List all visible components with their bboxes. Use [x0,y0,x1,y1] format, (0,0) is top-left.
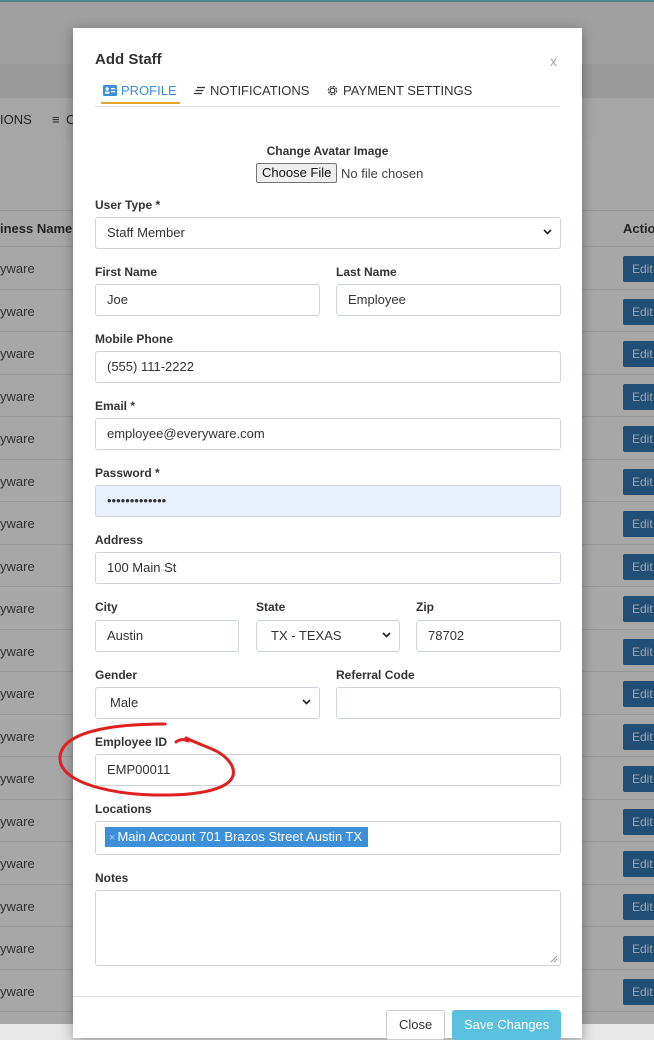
file-status: No file chosen [341,166,424,181]
state-value: TX - TEXAS [271,628,342,643]
gender-label: Gender [95,668,138,682]
employee-id-label: Employee ID [95,735,168,749]
user-type-value: Staff Member [107,225,185,240]
avatar-label: Change Avatar Image [266,144,389,158]
lines-icon [194,86,205,94]
password-field[interactable]: ••••••••••••• [95,485,561,517]
user-type-label: User Type * [95,198,161,212]
first-name-label: First Name [95,265,158,279]
modal-footer-divider [73,996,582,997]
zip-label: Zip [416,600,434,614]
user-type-select[interactable]: Staff Member [95,217,561,249]
tab-profile[interactable]: PROFILE [101,80,180,104]
location-tag-label: Main Account 701 Brazos Street Austin TX [117,829,363,844]
email-field[interactable]: employee@everyware.com [95,418,561,450]
password-label: Password * [95,466,160,480]
email-label: Email * [95,399,136,413]
locations-label: Locations [95,802,152,816]
close-button[interactable]: Close [386,1010,446,1040]
tab-notifications-label: NOTIFICATIONS [210,82,310,98]
resize-handle-icon[interactable] [550,955,558,963]
choose-file-button[interactable]: Choose File [256,163,338,183]
chevron-down-icon [543,229,552,235]
employee-id-input[interactable]: EMP00011 [95,754,561,786]
close-icon[interactable]: x [550,53,557,69]
gender-value: Male [110,695,139,710]
id-card-icon [103,84,117,96]
save-changes-button[interactable]: Save Changes [452,1010,562,1040]
state-select[interactable]: TX - TEXAS [256,620,400,652]
gear-icon [327,85,338,95]
tab-notifications[interactable]: NOTIFICATIONS [194,80,309,100]
state-label: State [256,600,286,614]
tag-remove-icon[interactable]: × [109,832,115,844]
referral-code-input[interactable] [336,687,561,719]
tab-profile-label: PROFILE [121,82,177,98]
referral-code-label: Referral Code [336,668,415,682]
location-tag[interactable]: × Main Account 701 Brazos Street Austin T… [105,827,369,847]
mobile-phone-input[interactable]: (555) 111-2222 [95,351,561,383]
mobile-phone-label: Mobile Phone [95,332,173,346]
last-name-label: Last Name [336,265,397,279]
city-input[interactable]: Austin [95,620,239,652]
tab-payment-settings-label: PAYMENT SETTINGS [343,82,473,98]
gender-select[interactable]: Male [95,687,320,719]
modal-tabs: PROFILE NOTIFICATIONS PAYMENT SETTINGS [95,80,560,107]
first-name-input[interactable]: Joe [95,284,320,316]
notes-label: Notes [95,871,129,885]
address-label: Address [95,533,144,547]
chevron-down-icon [382,632,391,638]
last-name-input[interactable]: Employee [336,284,561,316]
modal-title: Add Staff [95,51,162,68]
notes-textarea[interactable] [95,890,561,966]
add-staff-modal: Add Staff x PROFILE NOTIFICATIONS PAYMEN… [73,28,582,1040]
zip-input[interactable]: 78702 [416,620,561,652]
address-input[interactable]: 100 Main St [95,552,561,584]
chevron-down-icon [302,699,311,705]
tab-payment-settings[interactable]: PAYMENT SETTINGS [326,80,472,100]
city-label: City [95,600,118,614]
